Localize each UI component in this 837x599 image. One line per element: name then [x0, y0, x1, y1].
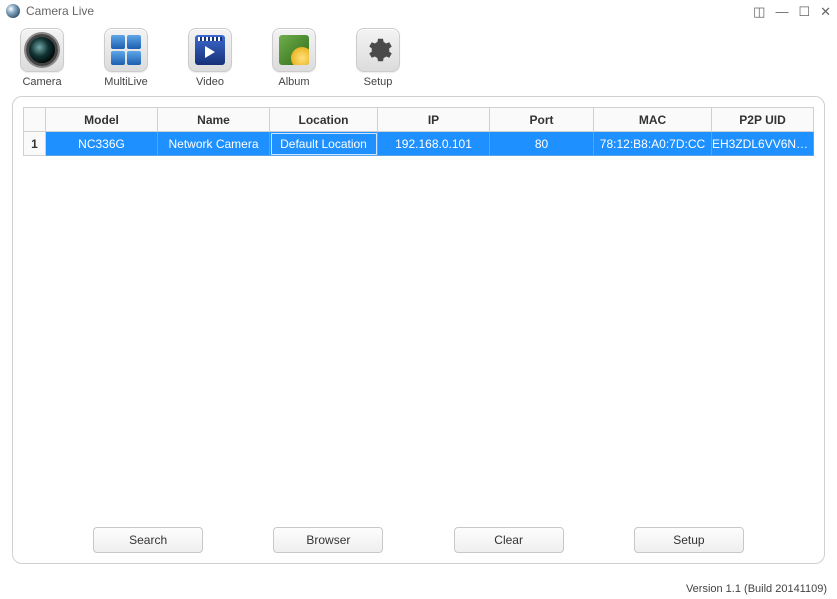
toolbar-setup[interactable]: Setup [350, 28, 406, 88]
restore-hint-icon[interactable]: ◫ [753, 5, 765, 18]
toolbar-camera[interactable]: Camera [14, 28, 70, 88]
header-p2puid[interactable]: P2P UID [712, 108, 814, 132]
browser-button[interactable]: Browser [273, 527, 383, 553]
cell[interactable]: Default Location [270, 132, 378, 156]
header-name[interactable]: Name [158, 108, 270, 132]
search-button[interactable]: Search [93, 527, 203, 553]
cell[interactable]: EH3ZDL6VV6N9E... [712, 132, 814, 156]
device-panel: Model Name Location IP Port MAC P2P UID … [12, 96, 825, 564]
header-rownum [24, 108, 46, 132]
toolbar-video[interactable]: Video [182, 28, 238, 88]
header-port[interactable]: Port [490, 108, 594, 132]
cell[interactable]: Network Camera [158, 132, 270, 156]
minimize-icon[interactable]: — [775, 5, 788, 18]
table-row[interactable]: 1NC336GNetwork CameraDefault Location192… [24, 132, 814, 156]
cell[interactable]: NC336G [46, 132, 158, 156]
close-icon[interactable]: ✕ [820, 5, 831, 18]
toolbar-multilive-label: MultiLive [104, 76, 147, 88]
header-location[interactable]: Location [270, 108, 378, 132]
header-ip[interactable]: IP [378, 108, 490, 132]
status-bar: Version 1.1 (Build 20141109) [686, 583, 827, 595]
gear-icon [363, 35, 393, 65]
titlebar: Camera Live ◫ — ☐ ✕ [0, 0, 837, 22]
app-title: Camera Live [26, 4, 753, 18]
button-row: Search Browser Clear Setup [13, 527, 824, 553]
multilive-icon [111, 35, 141, 65]
toolbar-camera-label: Camera [22, 76, 61, 88]
cell[interactable]: 192.168.0.101 [378, 132, 490, 156]
setup-button[interactable]: Setup [634, 527, 744, 553]
camera-icon [26, 34, 58, 66]
cell[interactable]: 78:12:B8:A0:7D:CC [594, 132, 712, 156]
header-mac[interactable]: MAC [594, 108, 712, 132]
toolbar-album[interactable]: Album [266, 28, 322, 88]
table-header-row: Model Name Location IP Port MAC P2P UID [24, 108, 814, 132]
main-toolbar: Camera MultiLive Video Album Setup [0, 22, 837, 96]
toolbar-video-label: Video [196, 76, 224, 88]
device-table-wrap: Model Name Location IP Port MAC P2P UID … [23, 107, 814, 497]
device-table: Model Name Location IP Port MAC P2P UID … [23, 107, 814, 156]
toolbar-multilive[interactable]: MultiLive [98, 28, 154, 88]
toolbar-setup-label: Setup [364, 76, 393, 88]
row-number: 1 [24, 132, 46, 156]
album-icon [279, 35, 309, 65]
video-icon [195, 35, 225, 65]
clear-button[interactable]: Clear [454, 527, 564, 553]
cell[interactable]: 80 [490, 132, 594, 156]
header-model[interactable]: Model [46, 108, 158, 132]
app-icon [6, 4, 20, 18]
toolbar-album-label: Album [278, 76, 309, 88]
maximize-icon[interactable]: ☐ [798, 5, 810, 18]
